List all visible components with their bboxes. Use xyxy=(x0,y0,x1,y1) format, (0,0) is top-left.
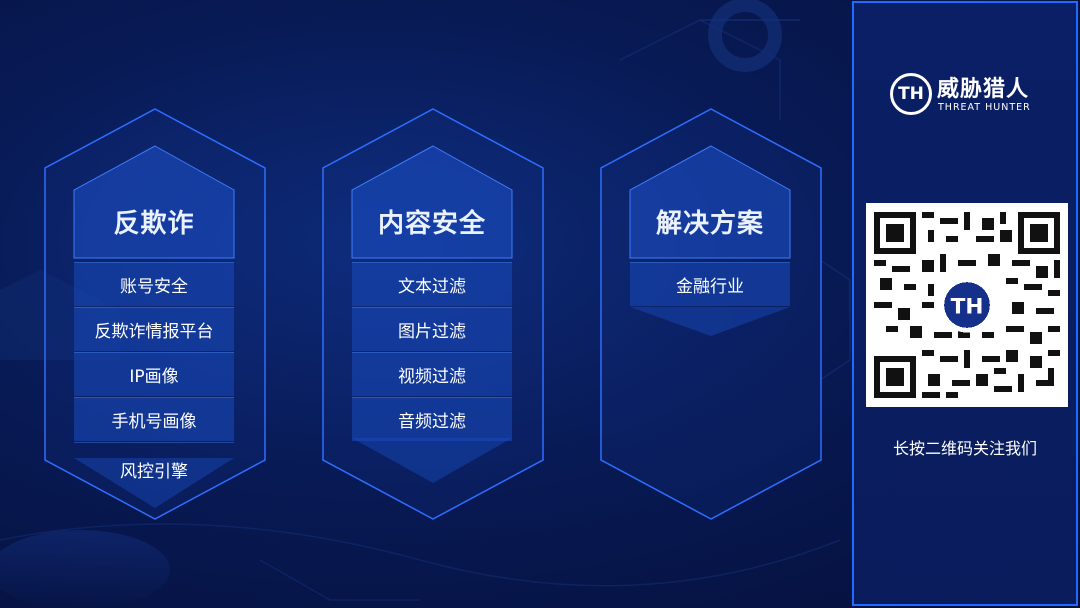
panel-item-list: 金融行业 xyxy=(630,262,790,307)
qr-center-logo: TH xyxy=(951,294,984,319)
list-item[interactable]: 手机号画像 xyxy=(74,397,234,441)
panel-content-security: 内容安全 文本过滤 图片过滤 视频过滤 音频过滤 xyxy=(322,108,544,520)
qr-caption: 长按二维码关注我们 xyxy=(892,439,1037,458)
qr-code-icon: TH xyxy=(874,212,1060,398)
panel-solutions: 解决方案 金融行业 xyxy=(600,108,822,520)
list-item[interactable]: 反欺诈情报平台 xyxy=(74,307,234,351)
panel-item-list: 账号安全 反欺诈情报平台 IP画像 手机号画像 风控引擎 xyxy=(74,262,234,509)
panel-title: 内容安全 xyxy=(377,209,486,239)
list-item[interactable]: 视频过滤 xyxy=(352,352,512,396)
panel-title: 反欺诈 xyxy=(113,209,195,239)
list-item[interactable]: 音频过滤 xyxy=(352,397,512,441)
list-item[interactable]: 图片过滤 xyxy=(352,307,512,351)
brand-name-en: THREAT HUNTER xyxy=(938,102,1031,113)
brand-logo: TH 威胁猎人 THREAT HUNTER xyxy=(890,71,1050,117)
list-item[interactable]: IP画像 xyxy=(74,352,234,396)
panel-anti-fraud: 反欺诈 账号安全 反欺诈情报平台 IP画像 手机号画像 风控引擎 xyxy=(44,108,266,520)
panel-frame xyxy=(600,108,822,520)
list-item[interactable]: 风控引擎 xyxy=(74,442,234,508)
list-item[interactable]: 文本过滤 xyxy=(352,262,512,306)
list-item[interactable]: 金融行业 xyxy=(630,262,790,306)
list-item[interactable]: 账号安全 xyxy=(74,262,234,306)
panel-title: 解决方案 xyxy=(655,209,764,239)
qr-code[interactable]: TH xyxy=(866,203,1068,407)
brand-sidebar: TH 威胁猎人 THREAT HUNTER TH 长按二维码关注我们 xyxy=(852,1,1078,606)
brand-mark-icon: TH xyxy=(890,73,932,115)
brand-name-cn: 威胁猎人 xyxy=(937,77,1030,102)
panel-item-list: 文本过滤 图片过滤 视频过滤 音频过滤 xyxy=(352,262,512,442)
